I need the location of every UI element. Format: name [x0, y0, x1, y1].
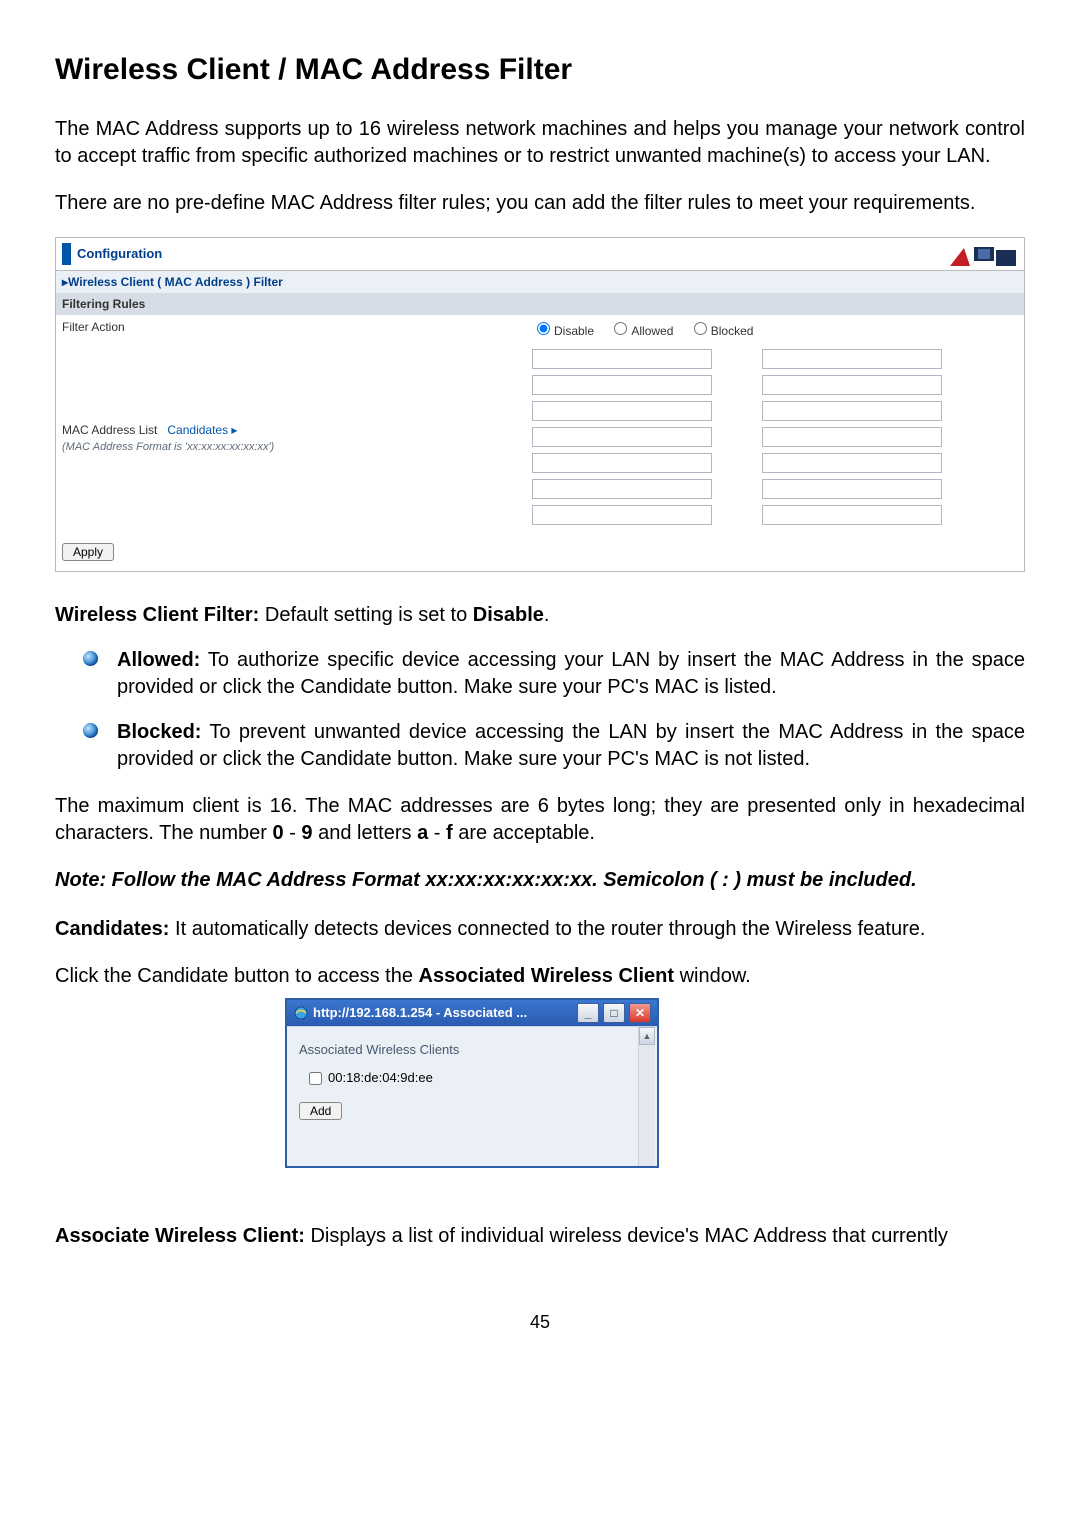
allowed-label: Allowed:: [117, 649, 200, 671]
bullet-icon: [83, 651, 98, 666]
popup-wrapper: http://192.168.1.254 - Associated ... _ …: [285, 998, 1025, 1168]
mac-input-11[interactable]: [532, 479, 712, 499]
default-setting-text: Default setting is set to: [259, 604, 472, 626]
max-client-paragraph: The maximum client is 16. The MAC addres…: [55, 793, 1025, 847]
configuration-title: Configuration: [77, 245, 948, 263]
click-cand-1: Click the Candidate button to access the: [55, 965, 419, 987]
filter-action-radios: Disable Allowed Blocked: [532, 319, 765, 339]
max-client-b3: a: [417, 822, 428, 844]
client-checkbox[interactable]: [309, 1072, 322, 1085]
associate-client-label: Associate Wireless Client:: [55, 1225, 305, 1247]
filter-action-label: Filter Action: [62, 319, 532, 339]
popup-titlebar: http://192.168.1.254 - Associated ... _ …: [287, 1000, 657, 1026]
associate-client-text: Displays a list of individual wireless d…: [305, 1225, 948, 1247]
radio-blocked-label[interactable]: Blocked: [689, 324, 754, 338]
client-row: 00:18:de:04:9d:ee: [305, 1069, 645, 1088]
mac-input-10[interactable]: [762, 453, 942, 473]
popup-title-text: http://192.168.1.254 - Associated ...: [313, 1004, 527, 1022]
configuration-header: Configuration: [56, 238, 1024, 271]
max-client-3: and letters: [313, 822, 418, 844]
note-line: Note: Follow the MAC Address Format xx:x…: [55, 867, 1025, 894]
mac-address-list-label: MAC Address List: [62, 423, 157, 437]
mac-input-6[interactable]: [762, 401, 942, 421]
filter-modes-list: Allowed: To authorize specific device ac…: [83, 647, 1025, 773]
brand-logo-icon: [948, 242, 1018, 266]
close-button[interactable]: ✕: [629, 1003, 651, 1023]
popup-scrollbar[interactable]: ▲: [638, 1027, 655, 1166]
page-number: 45: [55, 1310, 1025, 1334]
radio-allowed-text: Allowed: [631, 324, 673, 338]
wireless-client-section-header: ▸Wireless Client ( MAC Address ) Filter: [56, 271, 1024, 293]
minimize-button[interactable]: _: [577, 1003, 599, 1023]
mac-input-grid: [532, 349, 942, 527]
intro-paragraph-2: There are no pre-define MAC Address filt…: [55, 190, 1025, 217]
mac-input-8[interactable]: [762, 427, 942, 447]
page-title: Wireless Client / MAC Address Filter: [55, 50, 1025, 91]
allowed-bullet: Allowed: To authorize specific device ac…: [83, 647, 1025, 701]
max-client-4: -: [428, 822, 446, 844]
click-cand-2: window.: [674, 965, 751, 987]
header-accent-bar: [62, 243, 71, 265]
popup-body: ▲ Associated Wireless Clients 00:18:de:0…: [287, 1026, 657, 1166]
apply-row: Apply: [56, 535, 1024, 571]
blocked-bullet: Blocked: To prevent unwanted device acce…: [83, 719, 1025, 773]
filtering-rules-header: Filtering Rules: [56, 293, 1024, 315]
mac-input-2[interactable]: [762, 349, 942, 369]
radio-disable-label[interactable]: Disable: [532, 324, 594, 338]
mac-input-12[interactable]: [762, 479, 942, 499]
default-setting-line: Wireless Client Filter: Default setting …: [55, 602, 1025, 629]
max-client-b4: f: [446, 822, 453, 844]
candidates-paragraph: Candidates: It automatically detects dev…: [55, 916, 1025, 943]
bullet-icon: [83, 723, 98, 738]
mac-input-9[interactable]: [532, 453, 712, 473]
wireless-client-filter-label: Wireless Client Filter:: [55, 604, 259, 626]
mac-input-13[interactable]: [532, 505, 712, 525]
mac-address-list-row: MAC Address List Candidates ▸ (MAC Addre…: [56, 343, 1024, 535]
radio-allowed[interactable]: [614, 322, 627, 335]
associated-client-popup: http://192.168.1.254 - Associated ... _ …: [285, 998, 659, 1168]
allowed-text: To authorize specific device accessing y…: [117, 649, 1025, 698]
radio-blocked-text: Blocked: [711, 324, 754, 338]
configuration-panel: Configuration ▸Wireless Client ( MAC Add…: [55, 237, 1025, 573]
max-client-b1: 0: [273, 822, 284, 844]
associated-clients-heading: Associated Wireless Clients: [299, 1041, 645, 1059]
intro-paragraph-1: The MAC Address supports up to 16 wirele…: [55, 116, 1025, 170]
blocked-text: To prevent unwanted device accessing the…: [117, 721, 1025, 770]
candidates-link[interactable]: Candidates ▸: [167, 423, 237, 437]
candidates-text: It automatically detects devices connect…: [169, 918, 925, 940]
mac-input-14[interactable]: [762, 505, 942, 525]
mac-input-1[interactable]: [532, 349, 712, 369]
mac-input-3[interactable]: [532, 375, 712, 395]
mac-format-hint: (MAC Address Format is 'xx:xx:xx:xx:xx:x…: [62, 441, 274, 453]
mac-input-5[interactable]: [532, 401, 712, 421]
associate-client-paragraph: Associate Wireless Client: Displays a li…: [55, 1223, 1025, 1250]
max-client-b2: 9: [301, 822, 312, 844]
click-cand-bold: Associated Wireless Client: [419, 965, 674, 987]
max-client-5: are acceptable.: [453, 822, 595, 844]
ie-icon: [293, 1005, 309, 1021]
maximize-button[interactable]: □: [603, 1003, 625, 1023]
candidates-label: Candidates:: [55, 918, 169, 940]
client-mac-text: 00:18:de:04:9d:ee: [328, 1070, 433, 1085]
radio-disable[interactable]: [537, 322, 550, 335]
scroll-up-icon[interactable]: ▲: [639, 1027, 655, 1045]
add-button[interactable]: Add: [299, 1102, 342, 1120]
mac-input-4[interactable]: [762, 375, 942, 395]
radio-disable-text: Disable: [554, 324, 594, 338]
radio-allowed-label[interactable]: Allowed: [609, 324, 673, 338]
click-candidate-paragraph: Click the Candidate button to access the…: [55, 963, 1025, 990]
filter-action-row: Filter Action Disable Allowed Blocked: [56, 315, 1024, 343]
radio-blocked[interactable]: [694, 322, 707, 335]
mac-input-7[interactable]: [532, 427, 712, 447]
apply-button[interactable]: Apply: [62, 543, 114, 561]
default-setting-value: Disable: [473, 604, 544, 626]
blocked-label: Blocked:: [117, 721, 201, 743]
max-client-2: -: [284, 822, 302, 844]
